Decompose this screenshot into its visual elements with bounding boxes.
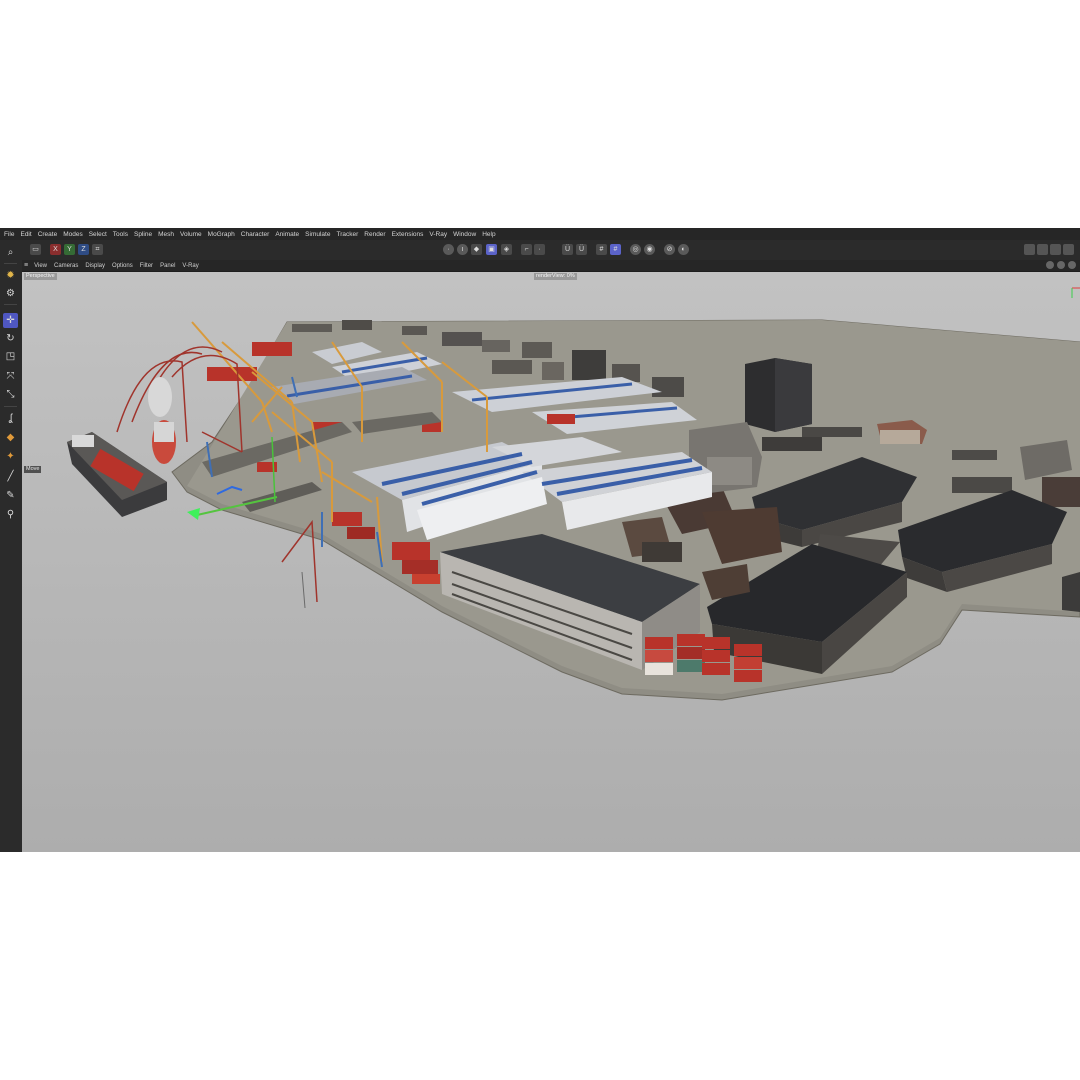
menu-file[interactable]: File — [4, 231, 14, 238]
menu-mograph[interactable]: MoGraph — [208, 231, 235, 238]
harbor-scene — [22, 272, 1080, 852]
polygons-mode-icon[interactable]: ◆ — [471, 244, 482, 255]
view-menu-cameras[interactable]: Cameras — [54, 263, 78, 269]
hamburger-icon[interactable]: ≡ — [24, 262, 28, 269]
tweak-mode-icon[interactable]: Ü — [576, 244, 587, 255]
weight-tool-icon[interactable]: ⚲ — [3, 507, 18, 522]
search-icon[interactable]: ⌕ — [3, 245, 18, 260]
menu-spline[interactable]: Spline — [134, 231, 152, 238]
edges-mode-icon[interactable]: ı — [457, 244, 468, 255]
menu-modes[interactable]: Modes — [63, 231, 83, 238]
palette-divider — [4, 263, 17, 264]
render-settings-icon[interactable] — [1050, 244, 1061, 255]
snap-icon[interactable]: ⤡ — [3, 387, 18, 402]
tool-palette: ⌕ ✹ ⚙ ✛ ↻ ◳ ⤧ ⤡ ʆ ◆ ✦ ╱ ✎ ⚲ — [0, 240, 22, 852]
live-selection-icon[interactable]: ✹ — [3, 268, 18, 283]
eyedropper-icon[interactable]: ✎ — [3, 488, 18, 503]
menu-edit[interactable]: Edit — [20, 231, 31, 238]
zoom-icon[interactable] — [1057, 261, 1065, 269]
viewport-menu-bar: ≡ View Cameras Display Options Filter Pa… — [22, 260, 1080, 271]
menu-vray[interactable]: V-Ray — [429, 231, 447, 238]
layer-icon[interactable]: ✦ — [3, 449, 18, 464]
model-mode-icon[interactable]: ▣ — [486, 244, 497, 255]
view-menu-vray[interactable]: V-Ray — [182, 263, 198, 269]
menu-character[interactable]: Character — [241, 231, 270, 238]
pan-icon[interactable] — [1046, 261, 1054, 269]
view-menu-display[interactable]: Display — [85, 263, 105, 269]
move-icon[interactable]: ✛ — [3, 313, 18, 328]
cinema4d-window: File Edit Create Modes Select Tools Spli… — [0, 228, 1080, 852]
locked-workplane-icon[interactable]: ◉ — [644, 244, 655, 255]
z-axis-lock[interactable]: Z — [78, 244, 89, 255]
camera-label[interactable]: Perspective — [24, 273, 57, 280]
menu-tools[interactable]: Tools — [113, 231, 128, 238]
view-menu-view[interactable]: View — [34, 263, 47, 269]
brush-icon[interactable]: ╱ — [3, 469, 18, 484]
menu-extensions[interactable]: Extensions — [392, 231, 424, 238]
active-tool-label: Move — [24, 466, 42, 473]
selection-filter-icon[interactable]: · — [534, 244, 545, 255]
perspective-viewport[interactable]: Perspective renderView: 0% Move — [22, 272, 1080, 852]
undo-view-icon[interactable]: ▭ — [30, 244, 41, 255]
selection-mode-icon[interactable]: ⌐ — [521, 244, 532, 255]
transform-icon[interactable]: ⤧ — [3, 369, 18, 384]
snap-enable-icon[interactable]: # — [610, 244, 621, 255]
paint-icon[interactable]: ◆ — [3, 430, 18, 445]
x-axis-lock[interactable]: X — [50, 244, 61, 255]
menu-simulate[interactable]: Simulate — [305, 231, 330, 238]
render-to-picture-viewer-icon[interactable] — [1037, 244, 1048, 255]
menu-window[interactable]: Window — [453, 231, 476, 238]
menu-select[interactable]: Select — [89, 231, 107, 238]
render-view-icon[interactable] — [1024, 244, 1035, 255]
y-axis-lock[interactable]: Y — [64, 244, 75, 255]
texture-mode-icon[interactable]: ◈ — [501, 244, 512, 255]
enable-axis-icon[interactable]: Ü — [562, 244, 573, 255]
rotate-icon[interactable]: ↻ — [3, 331, 18, 346]
main-toolbar: ▭ X Y Z ⌗ · ı ◆ ▣ ◈ ⌐ · Ü Ü # # ◎ ◉ ⊘ ◐ — [0, 240, 1080, 260]
render-queue-icon[interactable] — [1063, 244, 1074, 255]
solo-hierarchy-icon[interactable]: ◐ — [678, 244, 689, 255]
menu-animate[interactable]: Animate — [275, 231, 299, 238]
render-buttons — [1024, 244, 1074, 255]
settings-icon[interactable]: ⚙ — [3, 286, 18, 301]
menu-render[interactable]: Render — [364, 231, 385, 238]
palette-divider — [4, 406, 17, 407]
menu-volume[interactable]: Volume — [180, 231, 202, 238]
high-rise-tower — [745, 358, 812, 432]
coordinate-system-icon[interactable]: ⌗ — [92, 244, 103, 255]
menu-create[interactable]: Create — [38, 231, 58, 238]
workplane-icon[interactable]: ◎ — [630, 244, 641, 255]
snap-grid-icon[interactable]: # — [596, 244, 607, 255]
menu-bar: File Edit Create Modes Select Tools Spli… — [0, 228, 1080, 240]
orbit-icon[interactable] — [1068, 261, 1076, 269]
menu-mesh[interactable]: Mesh — [158, 231, 174, 238]
view-menu-panel[interactable]: Panel — [160, 263, 175, 269]
spline-pen-icon[interactable]: ʆ — [3, 411, 18, 426]
render-view-label: renderView: 0% — [534, 273, 577, 280]
view-menu-filter[interactable]: Filter — [140, 263, 153, 269]
scale-icon[interactable]: ◳ — [3, 349, 18, 364]
palette-divider — [4, 304, 17, 305]
menu-tracker[interactable]: Tracker — [336, 231, 358, 238]
viewport-nav-icons — [1046, 261, 1076, 269]
view-menu-options[interactable]: Options — [112, 263, 133, 269]
menu-help[interactable]: Help — [482, 231, 495, 238]
viewport-solo-icon[interactable]: ⊘ — [664, 244, 675, 255]
points-mode-icon[interactable]: · — [443, 244, 454, 255]
